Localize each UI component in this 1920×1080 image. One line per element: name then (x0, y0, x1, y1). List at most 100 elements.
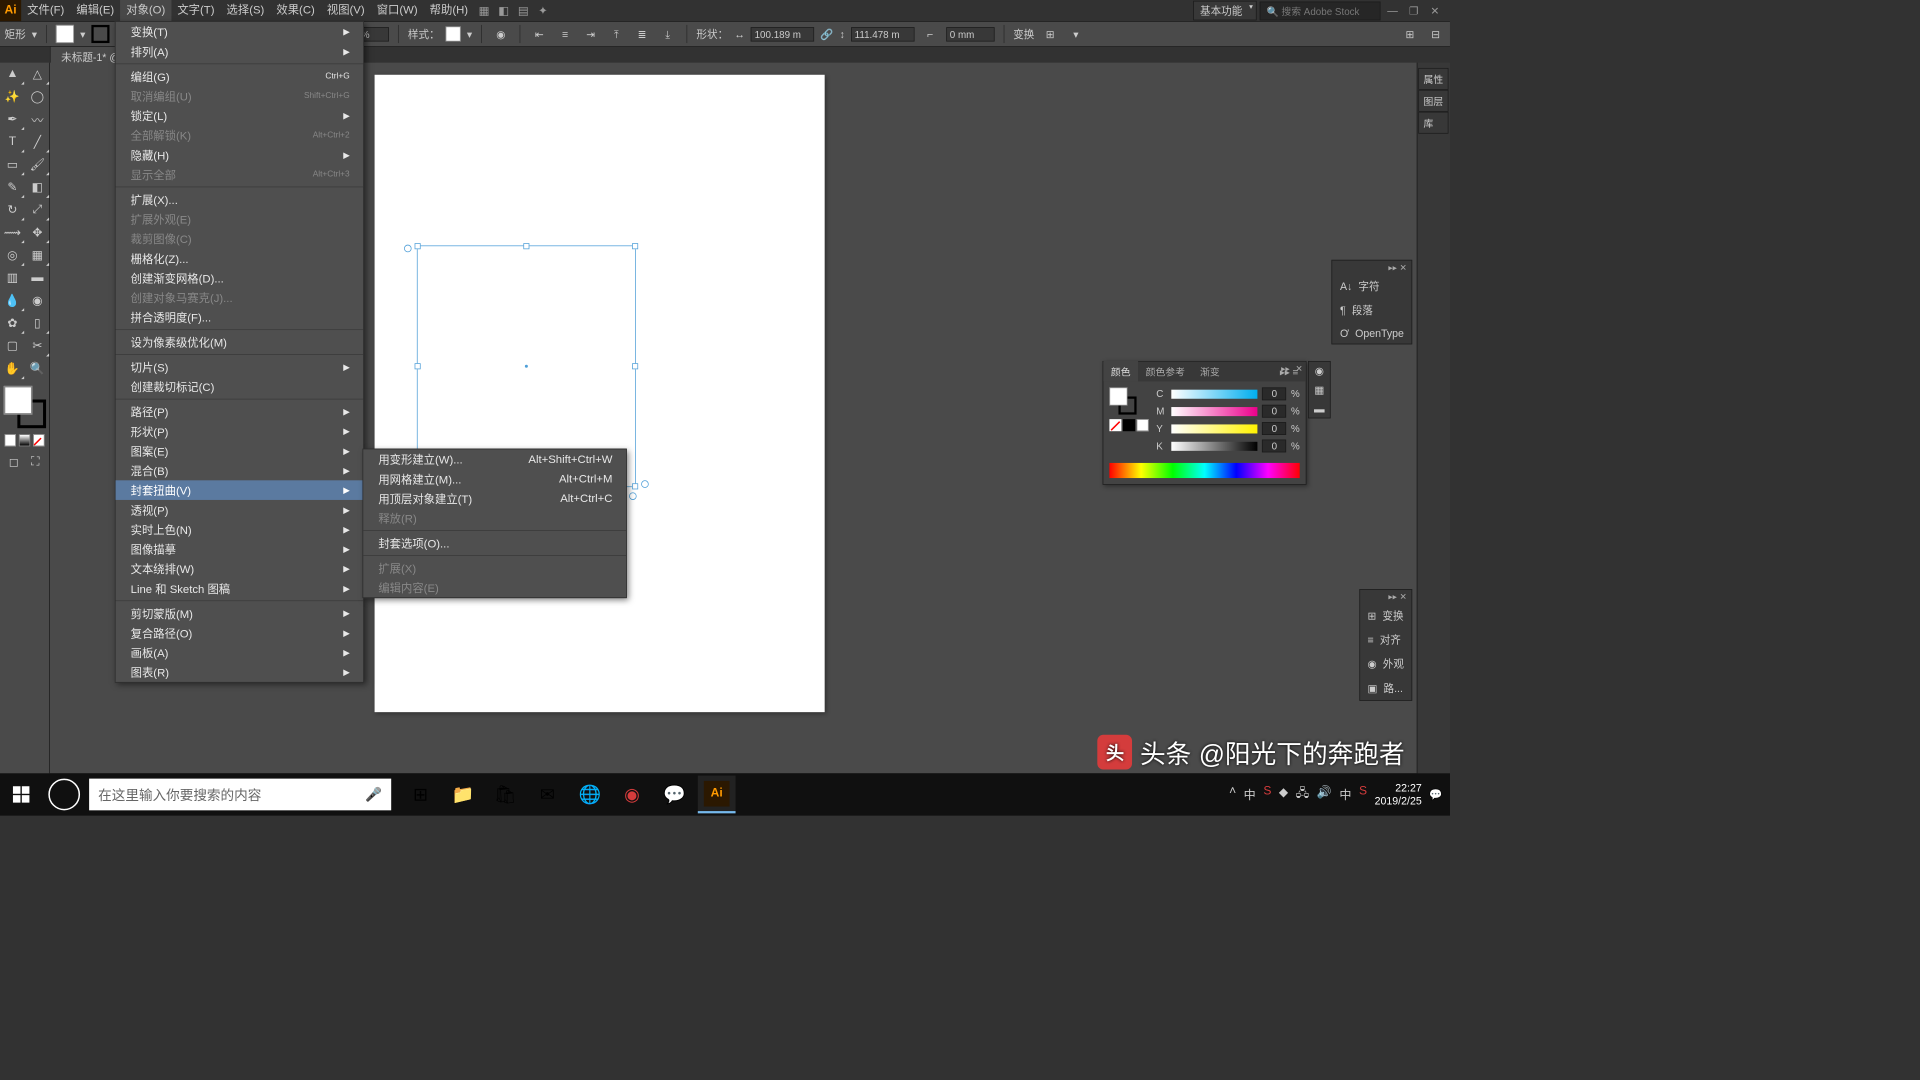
store-icon[interactable]: 🛍 (486, 776, 524, 814)
menu-item[interactable]: 隐藏(H)▶ (116, 145, 364, 165)
none-swatch[interactable] (1109, 419, 1121, 431)
menu-item[interactable]: 切片(S)▶ (116, 357, 364, 377)
rectangle-tool[interactable]: ▭ (0, 153, 25, 176)
line-tool[interactable]: ╱ (25, 131, 50, 154)
menu-item[interactable]: 创建渐变网格(D)... (116, 268, 364, 288)
column-graph-tool[interactable]: ▯ (25, 312, 50, 335)
menu-item[interactable]: 实时上色(N)▶ (116, 520, 364, 540)
align-top-icon[interactable]: ⤒ (607, 24, 627, 44)
appearance-panel-item[interactable]: ◉外观 (1360, 652, 1412, 676)
menu-item[interactable]: 编组(G)Ctrl+G (116, 66, 364, 86)
menu-item[interactable]: Line 和 Sketch 图稿▶ (116, 578, 364, 598)
recolor-icon[interactable]: ◉ (491, 24, 511, 44)
menu-effect[interactable]: 效果(C) (270, 0, 320, 21)
menu-view[interactable]: 视图(V) (321, 0, 371, 21)
align-right-icon[interactable]: ⇥ (581, 24, 601, 44)
corner-icon[interactable]: ⌐ (920, 24, 940, 44)
resize-handle[interactable] (415, 243, 421, 249)
curvature-tool[interactable]: 〰 (25, 108, 50, 131)
align-bottom-icon[interactable]: ⤓ (658, 24, 678, 44)
music-icon[interactable]: ◉ (613, 776, 651, 814)
dock-label-libraries[interactable]: 库 (1418, 112, 1448, 134)
color-slider-c[interactable]: C0% (1156, 387, 1299, 400)
black-swatch[interactable] (1123, 419, 1135, 431)
menu-item[interactable]: 复合路径(O)▶ (116, 623, 364, 643)
tab-gradient[interactable]: 渐变 (1192, 361, 1227, 381)
free-transform-tool[interactable]: ✥ (25, 221, 50, 244)
corner-widget[interactable] (404, 245, 412, 253)
draw-normal[interactable]: ◻ (5, 451, 24, 474)
task-view-icon[interactable]: ⊞ (402, 776, 440, 814)
symbol-sprayer-tool[interactable]: ✿ (0, 312, 25, 335)
align-panel-item[interactable]: ≡对齐 (1360, 628, 1412, 652)
arrange-icon[interactable]: ◧ (494, 1, 514, 21)
slice-tool[interactable]: ✂ (25, 335, 50, 358)
style-swatch[interactable] (446, 26, 461, 41)
type-tool[interactable]: T (0, 131, 25, 154)
mail-icon[interactable]: ✉ (529, 776, 567, 814)
resize-handle[interactable] (632, 243, 638, 249)
illustrator-taskbar-icon[interactable]: Ai (698, 776, 736, 814)
tray-ime-icon[interactable]: 中 (1244, 784, 1256, 804)
menu-item[interactable]: 设为像素级优化(M) (116, 332, 364, 352)
corner-widget[interactable] (629, 492, 637, 500)
color-mode-none[interactable] (33, 434, 44, 446)
color-slider-y[interactable]: Y0% (1156, 422, 1299, 435)
fill-swatch[interactable] (56, 25, 74, 43)
character-panel-item[interactable]: A↓字符 (1332, 274, 1411, 298)
menu-item[interactable]: 画板(A)▶ (116, 643, 364, 663)
eraser-tool[interactable]: ◧ (25, 176, 50, 199)
tray-volume-icon[interactable]: 🔊 (1317, 784, 1332, 804)
submenu-item[interactable]: 用顶层对象建立(T)Alt+Ctrl+C (363, 489, 626, 509)
cortana-icon[interactable] (48, 779, 80, 811)
menu-item[interactable]: 图表(R)▶ (116, 662, 364, 682)
selection-tool[interactable]: ▲ (0, 63, 25, 86)
color-slider-k[interactable]: K0% (1156, 440, 1299, 453)
resize-handle[interactable] (632, 483, 638, 489)
menu-object[interactable]: 对象(O) (120, 0, 171, 21)
gradient-tool[interactable]: ▬ (25, 267, 50, 290)
dock-label-properties[interactable]: 属性 (1418, 68, 1448, 90)
submenu-item[interactable]: 用变形建立(W)...Alt+Shift+Ctrl+W (363, 449, 626, 469)
isolate-icon[interactable]: ⊞ (1040, 24, 1060, 44)
menu-item[interactable]: 创建裁切标记(C) (116, 377, 364, 397)
eyedropper-tool[interactable]: 💧 (0, 289, 25, 312)
opentype-panel-item[interactable]: ƠOpenType (1332, 322, 1411, 343)
taskbar-clock[interactable]: 22:27 2019/2/25 (1375, 782, 1422, 807)
panel-menu-icon[interactable]: ▸▸ (1387, 262, 1398, 273)
align-left-icon[interactable]: ⇤ (530, 24, 550, 44)
gpu-icon[interactable]: ▤ (513, 1, 533, 21)
tray-sogou2-icon[interactable]: S (1359, 784, 1367, 804)
align-middle-icon[interactable]: ≣ (632, 24, 652, 44)
white-swatch[interactable] (1137, 419, 1149, 431)
menu-type[interactable]: 文字(T) (171, 0, 220, 21)
magic-wand-tool[interactable]: ✨ (0, 85, 25, 108)
close-icon[interactable]: ✕ (1398, 591, 1409, 602)
width-tool[interactable]: ⟿ (0, 221, 25, 244)
brushes-icon[interactable]: ▬ (1309, 400, 1330, 418)
blend-tool[interactable]: ◉ (25, 289, 50, 312)
pathfinder-panel-item[interactable]: ▣路... (1360, 676, 1412, 700)
minimize-button[interactable]: — (1384, 3, 1402, 18)
rotate-tool[interactable]: ↻ (0, 199, 25, 222)
menu-item[interactable]: 排列(A)▶ (116, 42, 364, 62)
swatches-icon[interactable]: ▦ (1309, 381, 1330, 400)
submenu-item[interactable]: 封套选项(O)... (363, 533, 626, 553)
notifications-icon[interactable]: 💬 (1429, 788, 1442, 801)
menu-item[interactable]: 变换(T)▶ (116, 22, 364, 42)
screen-mode[interactable]: ⛶ (26, 451, 45, 474)
menu-edit[interactable]: 编辑(E) (70, 0, 120, 21)
menu-item[interactable]: 图像描摹▶ (116, 539, 364, 559)
wechat-icon[interactable]: 💬 (656, 776, 694, 814)
color-theme-icon[interactable]: ◉ (1309, 362, 1330, 381)
tray-network-icon[interactable]: 🖧 (1296, 784, 1309, 804)
submenu-item[interactable]: 用网格建立(M)...Alt+Ctrl+M (363, 469, 626, 489)
tab-color-guide[interactable]: 颜色参考 (1138, 361, 1192, 381)
transform-panel-item[interactable]: ⊞变换 (1360, 603, 1412, 627)
explorer-icon[interactable]: 📁 (444, 776, 482, 814)
fill-stroke-control[interactable] (3, 386, 45, 428)
paintbrush-tool[interactable]: 🖌 (25, 153, 50, 176)
menu-item[interactable]: 形状(P)▶ (116, 421, 364, 441)
shaper-tool[interactable]: ✎ (0, 176, 25, 199)
browser-icon[interactable]: 🌐 (571, 776, 609, 814)
